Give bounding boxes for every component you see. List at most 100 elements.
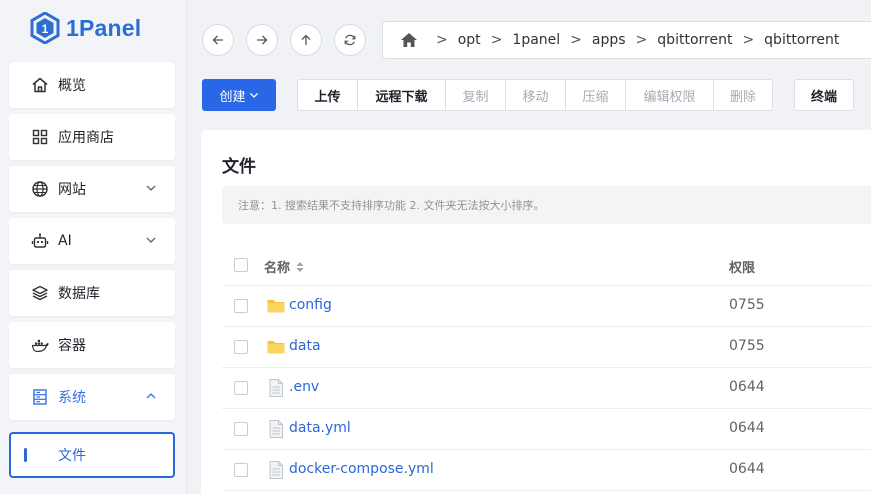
up-button[interactable]: [290, 24, 322, 56]
row-checkbox[interactable]: [234, 299, 248, 313]
robot-icon: [31, 232, 49, 250]
breadcrumb-segment[interactable]: 1panel: [512, 32, 560, 48]
sidebar-item-label: 网站: [58, 182, 86, 198]
active-indicator: [24, 448, 27, 462]
file-permission: 0755: [729, 297, 765, 313]
terminal-label: 终端: [810, 89, 837, 105]
server-icon: [31, 388, 49, 406]
move-button[interactable]: 移动: [505, 79, 566, 111]
docker-icon: [31, 336, 49, 354]
refresh-icon: [344, 34, 356, 46]
file-panel: 文件 注意：1. 搜索结果不支持排序功能 2. 文件夹无法按大小排序。 名称 权…: [201, 130, 871, 494]
breadcrumb-segment[interactable]: opt: [458, 32, 481, 48]
folder-icon: [267, 300, 285, 313]
sidebar-item-label: 容器: [58, 338, 86, 354]
column-name-label: 名称: [264, 261, 291, 276]
breadcrumb-separator: >: [436, 32, 448, 48]
globe-icon: [31, 180, 49, 198]
arrow-up-icon: [301, 34, 311, 45]
breadcrumb-separator: >: [490, 32, 503, 48]
file-permission: 0755: [729, 338, 765, 354]
home-icon: [31, 76, 49, 94]
compress-label: 压缩: [582, 89, 609, 105]
file-icon: [269, 379, 283, 397]
logo-hexagon-icon: 1: [30, 12, 60, 44]
row-checkbox[interactable]: [234, 422, 248, 436]
refresh-button[interactable]: [334, 24, 366, 56]
column-header-name[interactable]: 名称: [264, 257, 305, 276]
file-name-link[interactable]: .env: [289, 379, 319, 395]
compress-button[interactable]: 压缩: [565, 79, 626, 111]
chevron-up-icon: [146, 393, 156, 399]
svg-text:1: 1: [42, 22, 49, 36]
sidebar-subitem-label: 文件: [58, 448, 86, 464]
row-checkbox[interactable]: [234, 381, 248, 395]
arrow-left-icon: [212, 35, 223, 45]
chevron-down-icon: [249, 93, 258, 98]
sidebar-item-label: 概览: [58, 78, 86, 94]
breadcrumb-separator: >: [570, 32, 582, 48]
sidebar-item-label: 数据库: [58, 286, 100, 302]
breadcrumb-segment[interactable]: qbittorrent: [764, 32, 839, 48]
copy-label: 复制: [462, 89, 489, 105]
table-row[interactable]: .env 0644: [222, 368, 871, 409]
remote-download-button[interactable]: 远程下载: [357, 79, 446, 111]
file-name-link[interactable]: data: [289, 338, 321, 354]
sort-icon: [296, 261, 304, 272]
column-header-permission: 权限: [729, 261, 756, 276]
row-checkbox[interactable]: [234, 463, 248, 477]
breadcrumb-segment[interactable]: apps: [592, 32, 626, 48]
sidebar-item-container[interactable]: 容器: [9, 322, 175, 368]
home-icon[interactable]: [400, 32, 418, 48]
copy-button[interactable]: 复制: [445, 79, 506, 111]
table-row[interactable]: docker-compose.yml 0644: [222, 450, 871, 491]
file-name-link[interactable]: config: [289, 297, 332, 313]
breadcrumb-separator: >: [635, 32, 648, 48]
table-row[interactable]: config 0755: [222, 286, 871, 327]
sidebar-item-ai[interactable]: AI: [9, 218, 175, 264]
back-button[interactable]: [202, 24, 234, 56]
file-icon: [269, 461, 283, 479]
file-permission: 0644: [729, 420, 765, 436]
grid-icon: [31, 128, 49, 146]
sidebar-item-overview[interactable]: 概览: [9, 62, 175, 108]
file-permission: 0644: [729, 379, 765, 395]
file-name-link[interactable]: data.yml: [289, 420, 351, 436]
move-label: 移动: [522, 89, 549, 105]
edit-permission-button[interactable]: 编辑权限: [625, 79, 714, 111]
sidebar-item-system[interactable]: 系统: [9, 374, 175, 420]
sidebar-item-website[interactable]: 网站: [9, 166, 175, 212]
forward-button[interactable]: [246, 24, 278, 56]
page-title: 文件: [222, 157, 256, 177]
table-row[interactable]: data.yml 0644: [222, 409, 871, 450]
sidebar-item-label: 应用商店: [58, 130, 114, 146]
sidebar-item-database[interactable]: 数据库: [9, 270, 175, 316]
create-button[interactable]: 创建: [202, 79, 276, 111]
breadcrumb-separator: >: [742, 32, 755, 48]
arrow-right-icon: [257, 35, 268, 45]
sidebar-item-label: AI: [58, 233, 72, 249]
table-header: 名称 权限: [222, 244, 871, 286]
upload-button[interactable]: 上传: [297, 79, 358, 111]
terminal-button[interactable]: 终端: [794, 79, 854, 111]
row-checkbox[interactable]: [234, 340, 248, 354]
chevron-down-icon: [146, 237, 156, 243]
select-all-checkbox[interactable]: [234, 258, 248, 272]
remote-download-label: 远程下载: [375, 89, 428, 105]
file-permission: 0644: [729, 461, 765, 477]
edit-permission-label: 编辑权限: [643, 89, 696, 105]
sidebar: 1 1Panel 概览 应用商店 网站 AI 数据库 容器 系统 文件: [0, 0, 186, 494]
sidebar-subitem-files[interactable]: 文件: [9, 432, 175, 478]
logo-text: 1Panel: [66, 14, 142, 41]
file-icon: [269, 420, 283, 438]
sidebar-divider: [186, 0, 187, 494]
delete-button[interactable]: 删除: [713, 79, 773, 111]
layers-icon: [31, 284, 49, 302]
app-logo[interactable]: 1 1Panel: [30, 10, 141, 46]
delete-label: 删除: [729, 89, 756, 105]
breadcrumb-segment[interactable]: qbittorrent: [657, 32, 732, 48]
table-row[interactable]: data 0755: [222, 327, 871, 368]
notice-text: 注意：1. 搜索结果不支持排序功能 2. 文件夹无法按大小排序。: [238, 199, 545, 212]
sidebar-item-app-store[interactable]: 应用商店: [9, 114, 175, 160]
file-name-link[interactable]: docker-compose.yml: [289, 461, 434, 477]
